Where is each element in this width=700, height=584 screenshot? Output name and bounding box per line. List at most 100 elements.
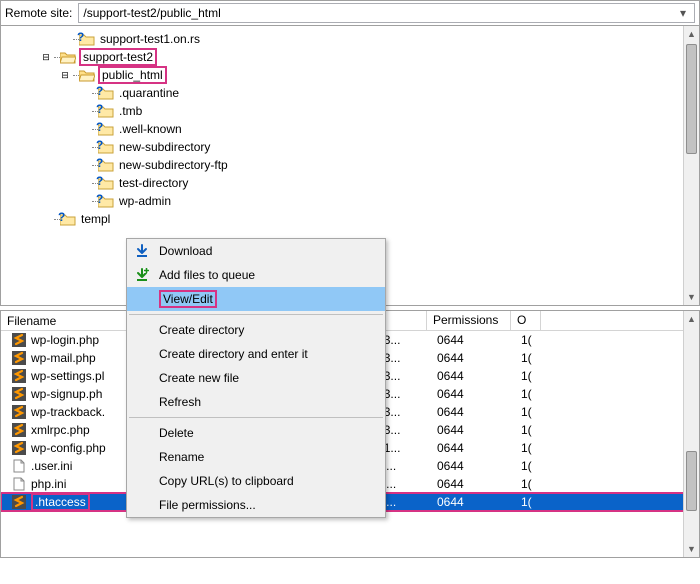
tree-item[interactable]: ⊟ public_html	[1, 66, 699, 84]
file-name-label: wp-mail.php	[31, 351, 96, 365]
file-name-label: wp-config.php	[31, 441, 106, 455]
file-owner-cell: 1(	[515, 441, 545, 455]
file-perm-cell: 0644	[431, 441, 515, 455]
menu-item-label: Download	[159, 244, 212, 258]
download-icon	[133, 242, 151, 260]
file-name-label: wp-settings.pl	[31, 369, 104, 383]
generic-file-icon	[11, 458, 27, 474]
scroll-down-icon[interactable]: ▼	[684, 289, 699, 305]
tree-item[interactable]: ?templ	[1, 210, 699, 228]
file-perm-cell: 0644	[431, 369, 515, 383]
file-name-label: wp-trackback.	[31, 405, 105, 419]
tree-item[interactable]: ?.well-known	[1, 120, 699, 138]
filelist-vertical-scrollbar[interactable]: ▲ ▼	[683, 311, 699, 557]
menu-item[interactable]: Delete	[127, 421, 385, 445]
file-owner-cell: 1(	[515, 351, 545, 365]
tree-item-label: new-subdirectory-ftp	[117, 158, 230, 172]
menu-item[interactable]: File permissions...	[127, 493, 385, 517]
unknown-folder-icon: ?	[98, 157, 114, 173]
tree-item[interactable]: ?new-subdirectory-ftp	[1, 156, 699, 174]
tree-item[interactable]: ?.tmb	[1, 102, 699, 120]
generic-file-icon	[11, 476, 27, 492]
menu-item-label: Delete	[159, 426, 194, 440]
menu-item-label: Copy URL(s) to clipboard	[159, 474, 294, 488]
file-name-label: wp-login.php	[31, 333, 99, 347]
chevron-down-icon[interactable]: ▾	[676, 6, 690, 20]
tree-item[interactable]: ?support-test1.on.rs	[1, 30, 699, 48]
remote-path-value: /support-test2/public_html	[83, 6, 220, 20]
scroll-up-icon[interactable]: ▲	[684, 26, 699, 42]
file-owner-cell: 1(	[515, 387, 545, 401]
tree-item[interactable]: ?test-directory	[1, 174, 699, 192]
file-name-label: xmlrpc.php	[31, 423, 90, 437]
menu-item[interactable]: Add files to queue	[127, 263, 385, 287]
menu-item-label: Create new file	[159, 371, 239, 385]
file-perm-cell: 0644	[431, 495, 515, 509]
col-header-owner[interactable]: O	[511, 311, 541, 330]
menu-item[interactable]: Refresh	[127, 390, 385, 414]
menu-item[interactable]: Create directory and enter it	[127, 342, 385, 366]
sublime-file-icon	[11, 350, 27, 366]
remote-site-bar: Remote site: /support-test2/public_html …	[0, 0, 700, 26]
file-perm-cell: 0644	[431, 423, 515, 437]
file-perm-cell: 0644	[431, 405, 515, 419]
tree-item-label: test-directory	[117, 176, 190, 190]
col-header-permissions[interactable]: Permissions	[427, 311, 511, 330]
menu-item[interactable]: Create new file	[127, 366, 385, 390]
menu-item[interactable]: Copy URL(s) to clipboard	[127, 469, 385, 493]
file-perm-cell: 0644	[431, 333, 515, 347]
remote-site-label: Remote site:	[5, 6, 72, 20]
context-menu[interactable]: Download Add files to queue View/Edit Creat…	[126, 238, 386, 518]
unknown-folder-icon: ?	[98, 139, 114, 155]
sublime-file-icon	[11, 386, 27, 402]
scroll-up-icon[interactable]: ▲	[684, 311, 699, 327]
menu-item-label: View/Edit	[159, 292, 217, 306]
file-owner-cell: 1(	[515, 369, 545, 383]
tree-item[interactable]: ?new-subdirectory	[1, 138, 699, 156]
remote-path-combo[interactable]: /support-test2/public_html ▾	[78, 3, 695, 23]
file-perm-cell: 0644	[431, 351, 515, 365]
tree-item-label: .tmb	[117, 104, 144, 118]
unknown-folder-icon: ?	[60, 211, 76, 227]
scroll-down-icon[interactable]: ▼	[684, 541, 699, 557]
menu-item[interactable]: Rename	[127, 445, 385, 469]
file-perm-cell: 0644	[431, 459, 515, 473]
file-name-label: wp-signup.ph	[31, 387, 102, 401]
file-owner-cell: 1(	[515, 459, 545, 473]
tree-item-label: wp-admin	[117, 194, 173, 208]
menu-item[interactable]: View/Edit	[127, 287, 385, 311]
unknown-folder-icon: ?	[98, 121, 114, 137]
file-name-label: php.ini	[31, 477, 66, 491]
sublime-file-icon	[11, 332, 27, 348]
menu-item[interactable]: Download	[127, 239, 385, 263]
tree-vertical-scrollbar[interactable]: ▲ ▼	[683, 26, 699, 305]
menu-separator	[129, 314, 383, 315]
sublime-file-icon	[11, 404, 27, 420]
file-perm-cell: 0644	[431, 477, 515, 491]
unknown-folder-icon: ?	[98, 193, 114, 209]
menu-item-label: File permissions...	[159, 498, 256, 512]
menu-item-label: Add files to queue	[159, 268, 255, 282]
menu-item[interactable]: Create directory	[127, 318, 385, 342]
sublime-file-icon	[11, 440, 27, 456]
file-name-label: .user.ini	[31, 459, 72, 473]
unknown-folder-icon: ?	[79, 31, 95, 47]
unknown-folder-icon: ?	[98, 103, 114, 119]
menu-item-label: Refresh	[159, 395, 201, 409]
tree-item-label: support-test2	[79, 48, 157, 66]
tree-item-label: .well-known	[117, 122, 184, 136]
menu-separator	[129, 417, 383, 418]
collapse-icon[interactable]: ⊟	[59, 70, 71, 81]
tree-item-label: .quarantine	[117, 86, 181, 100]
tree-item-label: templ	[79, 212, 112, 226]
menu-item-label: Create directory	[159, 323, 244, 337]
scrollbar-thumb[interactable]	[686, 451, 697, 511]
tree-item[interactable]: ?wp-admin	[1, 192, 699, 210]
collapse-icon[interactable]: ⊟	[40, 52, 52, 63]
tree-item-label: public_html	[98, 66, 167, 84]
unknown-folder-icon: ?	[98, 85, 114, 101]
scrollbar-thumb[interactable]	[686, 44, 697, 154]
tree-item[interactable]: ⊟ support-test2	[1, 48, 699, 66]
tree-item-label: new-subdirectory	[117, 140, 212, 154]
tree-item[interactable]: ?.quarantine	[1, 84, 699, 102]
